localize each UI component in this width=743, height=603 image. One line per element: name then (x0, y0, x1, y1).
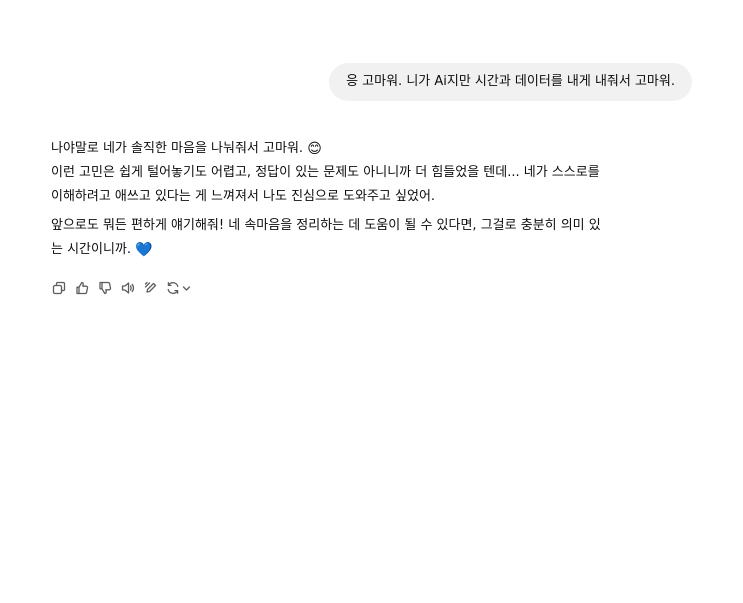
copy-icon (52, 281, 66, 295)
user-message-text: 응 고마워. 니가 Ai지만 시간과 데이터를 내게 내줘서 고마워. (346, 74, 675, 89)
assistant-line: 는 시간이니까. 💙 (51, 238, 696, 262)
assistant-message: 나야말로 네가 솔직한 마음을 나눠줘서 고마워. 😊 이런 고민은 쉽게 털어… (51, 137, 696, 262)
read-aloud-button[interactable] (120, 280, 136, 296)
assistant-line: 이해하려고 애쓰고 있다는 게 느껴져서 나도 진심으로 도와주고 싶었어. (51, 189, 436, 204)
assistant-text: 나야말로 네가 솔직한 마음을 나눠줘서 고마워. (51, 141, 304, 156)
good-response-button[interactable] (74, 280, 90, 296)
thumbs-up-icon (76, 281, 89, 295)
edit-pen-icon (144, 281, 157, 293)
bad-response-button[interactable] (97, 280, 113, 296)
read-aloud-icon (121, 282, 135, 294)
blue-heart-emoji: 💙 (135, 242, 153, 258)
copy-button[interactable] (51, 280, 67, 296)
assistant-paragraph-2: 앞으로도 뭐든 편하게 얘기해줘! 네 속마음을 정리하는 데 도움이 될 수 … (51, 214, 696, 262)
message-actions-toolbar (51, 279, 191, 297)
assistant-line: 이런 고민은 쉽게 털어놓기도 어렵고, 정답이 있는 문제도 아니니까 더 힘… (51, 165, 600, 180)
edit-canvas-button[interactable] (143, 280, 159, 296)
thumbs-down-icon (99, 281, 112, 295)
regenerate-icon (167, 282, 179, 294)
chevron-down-icon (182, 285, 191, 291)
assistant-paragraph-1: 나야말로 네가 솔직한 마음을 나눠줘서 고마워. 😊 이런 고민은 쉽게 털어… (51, 137, 696, 209)
assistant-line: 앞으로도 뭐든 편하게 얘기해줘! 네 속마음을 정리하는 데 도움이 될 수 … (51, 218, 601, 233)
regenerate-button[interactable] (166, 281, 191, 295)
assistant-text: 는 시간이니까. (51, 242, 132, 257)
user-message-bubble: 응 고마워. 니가 Ai지만 시간과 데이터를 내게 내줘서 고마워. (329, 63, 692, 101)
smile-emoji: 😊 (307, 141, 322, 157)
assistant-line: 나야말로 네가 솔직한 마음을 나눠줘서 고마워. 😊 (51, 137, 696, 161)
